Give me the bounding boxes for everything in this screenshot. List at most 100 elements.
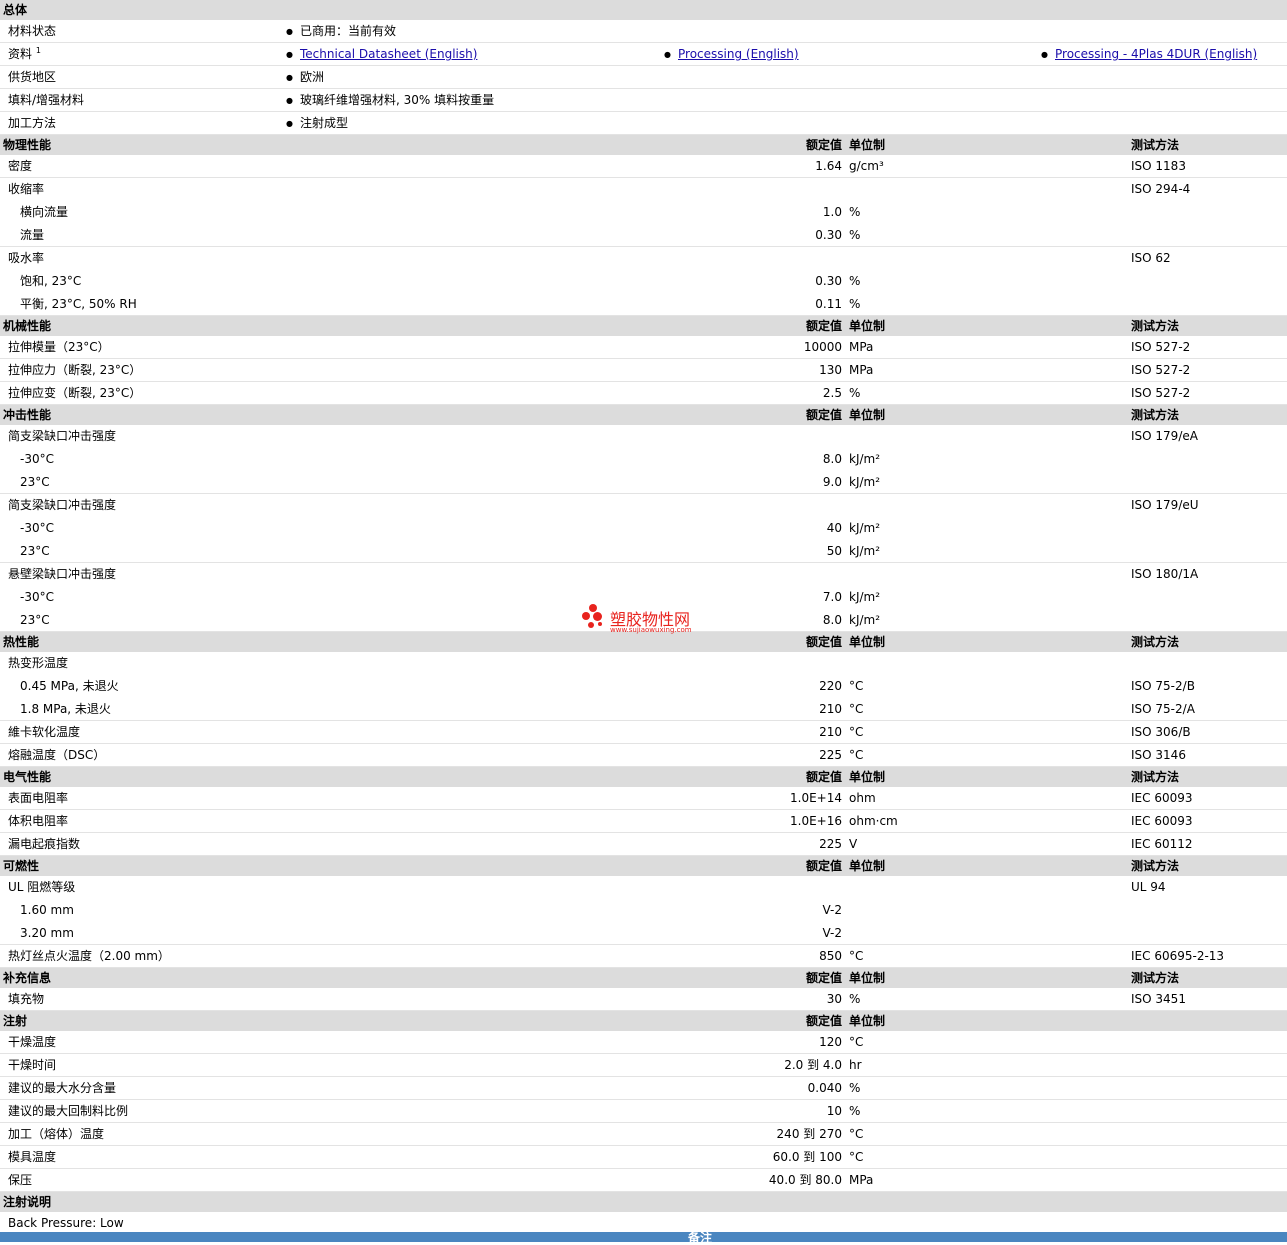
column-header-method: 测试方法 (1131, 319, 1180, 333)
unit: % (849, 386, 861, 400)
section-header-mechanical: 机械性能 额定值 单位制 测试方法 (0, 316, 1287, 336)
footnote-marker: 1 (35, 46, 41, 55)
row-label: UL 阻燃等级 (8, 880, 76, 894)
nominal-value: 1.64 (815, 159, 842, 173)
link-processing[interactable]: Processing (English) (678, 47, 799, 61)
row-label: -30°C (20, 590, 54, 604)
nominal-value: 0.11 (815, 297, 842, 311)
nominal-value: 0.30 (815, 274, 842, 288)
property-row: 建议的最大回制料比例 10% (0, 1100, 1287, 1123)
row-label: 3.20 mm (20, 926, 74, 940)
column-header-nominal: 额定值 (805, 770, 842, 784)
unit: hr (849, 1058, 862, 1072)
footer-bar: 备注 (0, 1232, 1287, 1244)
unit: % (849, 205, 861, 219)
property-row: 拉伸模量（23°C） 10000 MPa ISO 527-2 (0, 336, 1287, 359)
test-method: ISO 527-2 (1131, 386, 1191, 400)
row-label: 23°C (20, 613, 50, 627)
watermark-logo: 塑胶物性网 www.sujiaowuxing.com (580, 602, 710, 636)
section-title: 冲击性能 (3, 408, 52, 422)
unit: kJ/m² (849, 544, 881, 558)
link-technical-datasheet[interactable]: Technical Datasheet (English) (300, 47, 477, 61)
section-title: 可燃性 (3, 859, 40, 873)
property-row: 加工（熔体）温度 240 到 270 °C (0, 1123, 1287, 1146)
section-title: 总体 (3, 3, 28, 17)
property-row: 填充物 30% ISO 3451 (0, 988, 1287, 1011)
nominal-value: 10000 (803, 340, 842, 354)
column-header-unit: 单位制 (849, 408, 886, 422)
column-header-nominal: 额定值 (805, 408, 842, 422)
unit: V (849, 837, 858, 851)
column-header-method: 测试方法 (1131, 770, 1180, 784)
row-label: 拉伸模量（23°C） (8, 340, 110, 354)
property-subrow: -30°C 40 kJ/m² (0, 517, 1287, 540)
unit: °C (849, 702, 864, 716)
column-header-nominal: 额定值 (805, 859, 842, 873)
row-label: 材料状态 (8, 24, 57, 38)
nominal-value: 130 (819, 363, 842, 377)
section-title: 热性能 (3, 635, 40, 649)
unit: °C (849, 1127, 864, 1141)
unit: % (849, 297, 861, 311)
nominal-value: 40 (826, 521, 842, 535)
property-row: 表面电阻率 1.0E+14 ohm IEC 60093 (0, 787, 1287, 810)
unit: °C (849, 949, 864, 963)
link-processing-4plas[interactable]: Processing - 4Plas 4DUR (English) (1055, 47, 1257, 61)
nominal-value: 225 (819, 837, 842, 851)
section-header-electrical: 电气性能 额定值 单位制 测试方法 (0, 767, 1287, 787)
section-title: 物理性能 (3, 138, 52, 152)
row-label: 密度 (8, 159, 33, 173)
row-label: 建议的最大水分含量 (8, 1081, 117, 1095)
section-title: 电气性能 (3, 770, 52, 784)
row-label: 热变形温度 (8, 656, 69, 670)
unit: ohm (849, 791, 876, 805)
nominal-value: 1.0E+16 (790, 814, 842, 828)
unit: % (849, 228, 861, 242)
section-title: 注射说明 (3, 1195, 52, 1209)
property-row: 干燥时间 2.0 到 4.0 hr (0, 1054, 1287, 1077)
nominal-value: 0.040 (807, 1081, 842, 1095)
property-subrow: 23°C 50 kJ/m² (0, 540, 1287, 563)
nominal-value: V-2 (822, 903, 842, 917)
nominal-value: 10 (826, 1104, 842, 1118)
row-label: 填充物 (8, 992, 45, 1006)
nominal-value: 1.0E+14 (790, 791, 842, 805)
unit: % (849, 1104, 861, 1118)
property-subrow: 1.8 MPa, 未退火 210 °C ISO 75-2/A (0, 698, 1287, 721)
column-header-nominal: 额定值 (805, 1014, 842, 1028)
row-label: 资料 1 (8, 46, 41, 62)
row-label: 简支梁缺口冲击强度 (8, 498, 117, 512)
unit: ohm·cm (849, 814, 898, 828)
test-method: IEC 60093 (1131, 791, 1193, 805)
test-method: ISO 3451 (1131, 992, 1186, 1006)
unit: °C (849, 748, 864, 762)
unit: °C (849, 725, 864, 739)
section-title: 注射 (3, 1014, 28, 1028)
property-subrow: 流量 0.30% (0, 224, 1287, 247)
general-row-region: 供货地区 欧洲 (0, 66, 1287, 89)
general-row-status: 材料状态 已商用：当前有效 (0, 20, 1287, 43)
column-header-unit: 单位制 (849, 1014, 886, 1028)
row-label: -30°C (20, 452, 54, 466)
row-label: 体积电阻率 (8, 814, 69, 828)
property-subrow: 1.60 mm V-2 (0, 899, 1287, 922)
section-header-supplemental: 补充信息 额定值 单位制 测试方法 (0, 968, 1287, 988)
section-header-flammability: 可燃性 额定值 单位制 测试方法 (0, 856, 1287, 876)
test-method: ISO 527-2 (1131, 340, 1191, 354)
row-label: 保压 (8, 1173, 33, 1187)
row-label: 供货地区 (8, 70, 57, 84)
nominal-value: 8.0 (822, 452, 842, 466)
nominal-value: 225 (819, 748, 842, 762)
row-label: 23°C (20, 544, 50, 558)
row-label: 0.45 MPa, 未退火 (20, 679, 119, 693)
section-header-injection-notes: 注射说明 (0, 1192, 1287, 1212)
row-label: 悬壁梁缺口冲击强度 (8, 567, 117, 581)
test-method: ISO 62 (1131, 251, 1171, 265)
column-header-unit: 单位制 (849, 770, 886, 784)
section-title: 补充信息 (3, 971, 52, 985)
test-method: IEC 60695-2-13 (1131, 949, 1225, 963)
row-label: 1.8 MPa, 未退火 (20, 702, 111, 716)
nominal-value: 1.0 (822, 205, 842, 219)
unit: kJ/m² (849, 521, 881, 535)
property-row: 密度 1.64 g/cm³ ISO 1183 (0, 155, 1287, 178)
